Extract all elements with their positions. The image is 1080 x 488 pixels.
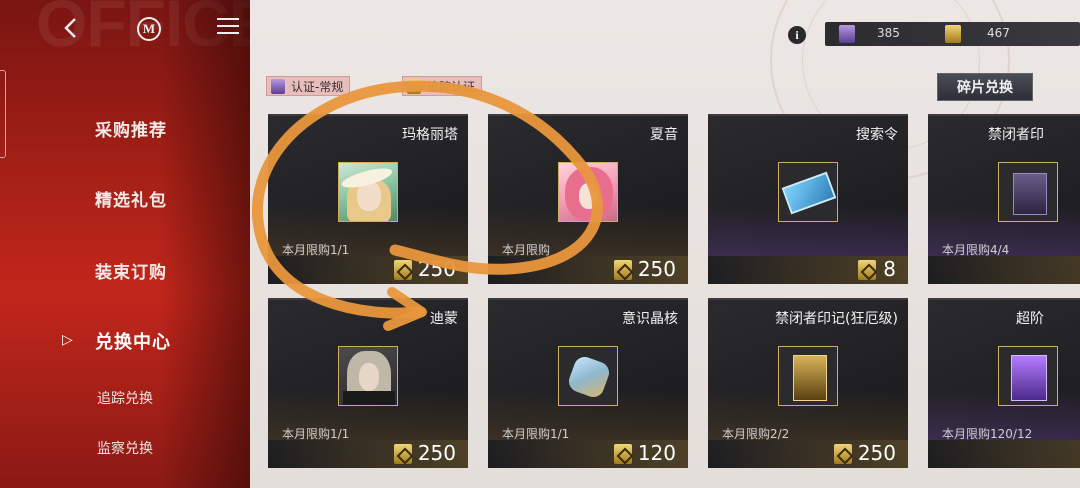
item-name: 禁闭者印	[988, 127, 1044, 143]
item-name: 意识晶核	[622, 311, 678, 327]
gold-token-icon	[394, 260, 412, 280]
item-price: 250	[857, 441, 896, 465]
nav-subitem-track-exchange[interactable]: 追踪兑换	[97, 388, 153, 408]
nav-item-selected-packs[interactable]: 精选礼包	[95, 186, 167, 211]
nav-item-exchange-center[interactable]: 兑换中心	[95, 328, 171, 354]
price-bar: 8	[708, 256, 908, 284]
item-price: 120	[637, 441, 676, 465]
menu-icon[interactable]	[217, 18, 239, 38]
shop-item-card[interactable]: 搜索令 8	[708, 114, 908, 284]
side-drawer-handle[interactable]	[0, 70, 6, 158]
currency-bar: 385 467	[825, 22, 1080, 46]
item-name: 夏音	[650, 127, 678, 143]
main-panel: i 385 467 认证-常规 追踪认证 碎片兑换 玛格丽塔 本月限购1/1 2…	[250, 0, 1080, 488]
gold-token-icon	[834, 444, 852, 464]
filter-tab-regular[interactable]: 认证-常规	[266, 76, 351, 96]
nav-subitem-inspect-exchange[interactable]: 监察兑换	[97, 438, 153, 458]
shop-item-card[interactable]: 夏音 本月限购 250	[488, 114, 688, 284]
gold-token-icon	[858, 260, 876, 280]
shop-item-card[interactable]: 意识晶核 本月限购1/1 120	[488, 298, 688, 468]
back-button[interactable]	[58, 14, 84, 42]
price-bar: 250	[268, 440, 468, 468]
shop-item-card[interactable]: 玛格丽塔 本月限购1/1 250	[268, 114, 468, 284]
item-thumbnail	[558, 346, 618, 406]
gold-token-icon	[945, 25, 961, 43]
chevron-left-icon	[64, 18, 76, 38]
item-price: 8	[883, 257, 896, 281]
item-name: 搜索令	[856, 127, 898, 143]
nav-item-procurement-recommend[interactable]: 采购推荐	[95, 116, 167, 141]
filter-tab-tracking[interactable]: 追踪认证	[402, 76, 483, 96]
price-bar	[928, 440, 1080, 468]
filter-tab-label: 认证-常规	[291, 80, 344, 94]
item-thumbnail	[778, 346, 838, 406]
item-price: 250	[637, 257, 676, 281]
gold-token-icon	[407, 79, 421, 94]
price-bar: 250	[268, 256, 468, 284]
item-thumbnail	[558, 162, 618, 222]
price-bar: 250	[488, 256, 688, 284]
shop-item-card[interactable]: 迪蒙 本月限购1/1 250	[268, 298, 468, 468]
item-thumbnail	[338, 162, 398, 222]
shop-item-card[interactable]: 禁闭者印记(狂厄级) 本月限购2/2 250	[708, 298, 908, 468]
item-name: 禁闭者印记(狂厄级)	[775, 311, 898, 327]
shard-exchange-button[interactable]: 碎片兑换	[937, 73, 1033, 101]
item-name: 迪蒙	[430, 311, 458, 327]
price-bar: 250	[708, 440, 908, 468]
item-price: 250	[417, 441, 456, 465]
item-thumbnail	[778, 162, 838, 222]
item-price: 250	[417, 257, 456, 281]
nav-item-outfit-order[interactable]: 装束订购	[95, 258, 167, 283]
game-logo-icon[interactable]: M	[137, 17, 161, 41]
item-thumbnail	[998, 346, 1058, 406]
active-indicator-icon: ▷	[62, 332, 73, 348]
purple-token-icon	[271, 79, 285, 94]
gold-token-icon	[614, 444, 632, 464]
shop-item-card[interactable]: 超阶 本月限购120/12	[928, 298, 1080, 468]
gold-token-icon	[614, 260, 632, 280]
filter-tab-label: 追踪认证	[427, 80, 476, 94]
item-name: 玛格丽塔	[402, 127, 458, 143]
purple-token-icon	[839, 25, 855, 43]
sidebar: OFFICE PROCUREMENT	[0, 0, 250, 488]
item-thumbnail	[998, 162, 1058, 222]
topbar: M	[0, 0, 250, 60]
gold-token-icon	[394, 444, 412, 464]
price-bar: 120	[488, 440, 688, 468]
item-name: 超阶	[1016, 311, 1044, 327]
info-icon[interactable]: i	[788, 26, 806, 44]
item-thumbnail	[338, 346, 398, 406]
price-bar	[928, 256, 1080, 284]
gold-token-count: 467	[987, 26, 1010, 40]
shop-item-card[interactable]: 禁闭者印 本月限购4/4	[928, 114, 1080, 284]
purple-token-count: 385	[877, 26, 900, 40]
